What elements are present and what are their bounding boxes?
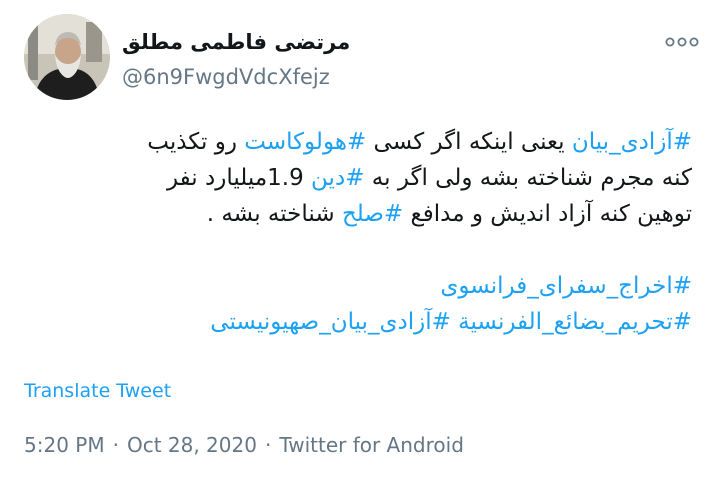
tweet-line-1: #آزادی_بیان یعنی اینکه اگر کسی #هولوکاست… [32, 124, 692, 160]
hashtag-link[interactable]: #آزادی_بیان [572, 129, 692, 155]
more-options-button[interactable] [662, 30, 702, 54]
separator-dot: · [264, 433, 272, 457]
hashtag-link[interactable]: #هولوکاست [244, 129, 366, 155]
avatar[interactable] [24, 14, 110, 100]
tweet-date[interactable]: Oct 28, 2020 [127, 433, 257, 457]
hashtag-link[interactable]: #دین [311, 165, 364, 191]
hashtag-link[interactable]: #اخراج_سفرای_فرانسوی [32, 268, 692, 304]
tweet-text-segment: توهین کنه آزاد اندیش و مدافع [403, 201, 693, 227]
tweet-card: مرتضی فاطمی مطلق @6n9FwgdVdcXfejz #آزادی… [0, 0, 720, 488]
tweet-source[interactable]: Twitter for Android [279, 433, 464, 457]
tweet-text-segment: رو تکذیب [147, 129, 245, 155]
tweet-text-segment: کنه مجرم شناخته بشه ولی اگر به [364, 165, 692, 191]
more-options-icon [665, 37, 699, 47]
tweet-metadata: 5:20 PM · Oct 28, 2020 · Twitter for Android [24, 433, 464, 457]
tweet-text-segment: یعنی اینکه اگر کسی [366, 129, 572, 155]
translate-tweet-link[interactable]: Translate Tweet [24, 380, 171, 402]
tweet-text: #آزادی_بیان یعنی اینکه اگر کسی #هولوکاست… [32, 124, 692, 340]
tweet-line-2: کنه مجرم شناخته بشه ولی اگر به #دین 1.9م… [32, 160, 692, 196]
avatar-photo [24, 14, 110, 100]
tweet-text-segment: شناخته بشه . [206, 201, 342, 227]
tweet-time[interactable]: 5:20 PM [24, 433, 105, 457]
tweet-line-3: توهین کنه آزاد اندیش و مدافع #صلح شناخته… [32, 196, 692, 232]
tweet-text-segment: 1.9میلیارد نفر [166, 165, 312, 191]
hashtag-link[interactable]: #صلح [342, 201, 403, 227]
hashtag-link[interactable]: #تحریم_بضائع_الفرنسیة #آزادی_بیان_صهیونی… [32, 304, 692, 340]
separator-dot: · [112, 433, 119, 457]
author-display-name[interactable]: مرتضی فاطمی مطلق [122, 30, 350, 54]
author-handle[interactable]: @6n9FwgdVdcXfejz [122, 65, 330, 89]
